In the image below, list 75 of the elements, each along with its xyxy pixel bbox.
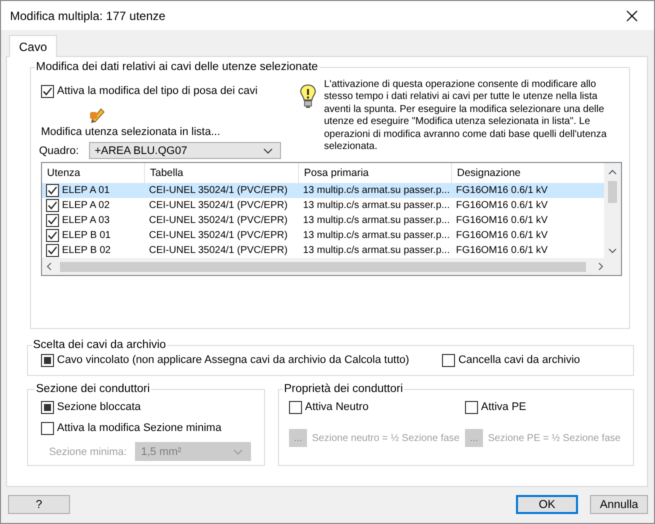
vertical-scrollbar[interactable] — [604, 163, 621, 258]
table-row[interactable]: ELEP A 01 CEI-UNEL 35024/1 (PVC/EPR) 13 multip.c/s armat.su passer.p... FG16OM16 0.6/1 kV — [42, 183, 604, 198]
edit-link[interactable]: Modifica utenza selezionata in lista... — [41, 126, 281, 138]
table-cell: FG16OM16 0.6/1 kV — [456, 185, 548, 196]
table-cell: CEI-UNEL 35024/1 (PVC/EPR) — [149, 245, 288, 256]
chevron-right-icon — [598, 262, 604, 271]
table-cell: FG16OM16 0.6/1 kV — [456, 245, 548, 256]
checkbox[interactable] — [46, 229, 59, 242]
checkbox-label: Cancella cavi da archivio — [458, 354, 580, 366]
table-cell: FG16OM16 0.6/1 kV — [456, 230, 548, 241]
group-title: Scelta dei cavi da archivio — [32, 339, 167, 351]
table-cell: CEI-UNEL 35024/1 (PVC/EPR) — [149, 230, 288, 241]
checkbox-label: ELEP A 01 — [62, 185, 110, 196]
checkbox[interactable] — [41, 422, 54, 434]
dropdown[interactable]: +AREA BLU.QG07 — [88, 142, 281, 159]
checkbox-label: Attiva Neutro — [305, 401, 369, 413]
checkbox[interactable] — [442, 354, 456, 366]
table-cell: 13 multip.c/s armat.su passer.p... — [303, 215, 450, 226]
checkbox-label: Attiva PE — [481, 401, 526, 413]
checkbox[interactable] — [46, 244, 59, 257]
checkbox[interactable] — [46, 214, 59, 227]
action-label: Sezione PE = ½ Sezione fase — [488, 432, 621, 444]
checkbox[interactable] — [46, 199, 59, 212]
column-header[interactable]: Designazione — [452, 163, 604, 183]
table-cell: FG16OM16 0.6/1 kV — [456, 200, 548, 211]
table-cell: 13 multip.c/s armat.su passer.p... — [303, 200, 450, 211]
checkbox[interactable] — [289, 400, 302, 414]
chevron-down-icon — [233, 448, 243, 454]
checkbox-label: ELEP A 02 — [62, 200, 110, 211]
checkbox[interactable] — [41, 400, 54, 414]
table-row[interactable]: ELEP A 03 CEI-UNEL 35024/1 (PVC/EPR) 13 multip.c/s armat.su passer.p... FG16OM16 0.6/1 kV — [42, 213, 604, 228]
table-cell: CEI-UNEL 35024/1 (PVC/EPR) — [149, 215, 288, 226]
table-row[interactable]: ELEP A 02 CEI-UNEL 35024/1 (PVC/EPR) 13 multip.c/s armat.su passer.p... FG16OM16 0.6/1 kV — [42, 198, 604, 213]
dialog-button[interactable]: OK — [516, 495, 578, 514]
light-bulb-icon — [298, 83, 318, 111]
window-title: Modifica multipla: 177 utenze — [10, 8, 166, 22]
action-label: Sezione neutro = ½ Sezione fase — [312, 432, 460, 444]
checkbox-label: Attiva la modifica Sezione minima — [57, 422, 222, 434]
chevron-left-icon — [46, 262, 52, 271]
table-cell: CEI-UNEL 35024/1 (PVC/EPR) — [149, 185, 288, 196]
checkbox-label: ELEP B 01 — [62, 230, 111, 241]
checkbox[interactable] — [465, 400, 478, 414]
checkbox-label: Cavo vincolato (non applicare Assegna cavi da archivio da Calcola tutto) — [57, 354, 410, 366]
info-text: L'attivazione di questa operazione consente di modificare allo stesso tempo i dati relativi ai cavi per tutte le utenze nella lista aventi la spunta. Per eseguire la modifica selezionare una delle utenze ed eseguire "Modifica utenza selezionata in lista". Le operazioni di modifica avranno come dati base quelli dell'utenza selezionata. — [324, 79, 608, 154]
checkbox-label: Attiva la modifica del tipo di posa dei cavi — [57, 85, 258, 97]
pencil-icon — [89, 106, 107, 124]
table-cell: 13 multip.c/s armat.su passer.p... — [303, 185, 450, 196]
chevron-down-icon — [263, 148, 273, 154]
group-title: Modifica dei dati relativi ai cavi delle utenze selezionate — [35, 61, 319, 73]
horizontal-scrollbar[interactable] — [42, 258, 621, 275]
dialog-button[interactable]: ? — [8, 495, 70, 514]
checkbox[interactable] — [41, 84, 54, 98]
table-row[interactable]: ELEP B 02 CEI-UNEL 35024/1 (PVC/EPR) 13 multip.c/s armat.su passer.p... FG16OM16 0.6/1 kV — [42, 243, 604, 258]
checkbox[interactable] — [46, 184, 59, 197]
field-label: Sezione minima: — [49, 446, 128, 458]
table-cell: FG16OM16 0.6/1 kV — [456, 215, 548, 226]
table-row[interactable]: ELEP B 01 CEI-UNEL 35024/1 (PVC/EPR) 13 multip.c/s armat.su passer.p... FG16OM16 0.6/1 kV — [42, 228, 604, 243]
chevron-down-icon — [608, 248, 617, 254]
scrollbar-thumb[interactable] — [60, 262, 586, 272]
close-icon — [626, 10, 638, 22]
group-title: Sezione dei conduttori — [35, 383, 151, 395]
checkbox-label: ELEP B 02 — [62, 245, 111, 256]
table-cell: CEI-UNEL 35024/1 (PVC/EPR) — [149, 200, 288, 211]
dropdown: 1,5 mm² — [135, 442, 251, 461]
checkbox-label: ELEP A 03 — [62, 215, 110, 226]
group-title: Proprietà dei conduttori — [283, 383, 404, 395]
scrollbar-thumb[interactable] — [608, 181, 617, 203]
tab[interactable]: Cavo — [9, 35, 58, 57]
table-cell: 13 multip.c/s armat.su passer.p... — [303, 230, 450, 241]
checkbox-label: Sezione bloccata — [57, 401, 141, 413]
dialog-button[interactable]: Annulla — [590, 495, 648, 514]
field-label: Quadro: — [39, 144, 80, 156]
checkbox[interactable] — [41, 354, 54, 366]
table-cell: 13 multip.c/s armat.su passer.p... — [303, 245, 450, 256]
chevron-up-icon — [608, 169, 617, 175]
